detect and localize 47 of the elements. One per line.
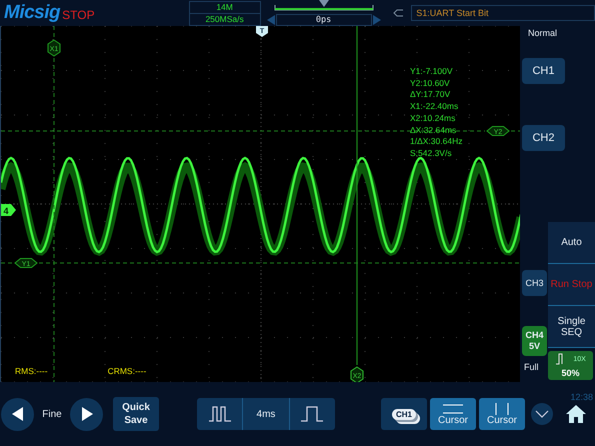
trigger-level: 50% [561, 368, 580, 378]
link-icon[interactable] [392, 9, 404, 17]
chevron-down-icon [535, 410, 549, 418]
source-button[interactable]: CH1 [381, 398, 427, 430]
cursor-readout: ΔX:32.64ms [410, 124, 458, 136]
cursor-readout: X1:-22.40ms [410, 101, 460, 113]
cursor-button[interactable]: Cursor [479, 398, 525, 430]
cursor-readout: ΔY:17.70V [410, 89, 452, 102]
left-triangle-icon [12, 407, 24, 421]
brand-logo: Micsig [4, 2, 60, 24]
right-triangle-icon [80, 407, 92, 421]
edge-icon [555, 353, 564, 366]
expand-button[interactable] [531, 403, 553, 425]
measurement-readout: CRMS:---- [108, 366, 146, 376]
home-icon[interactable] [565, 404, 587, 424]
cursor-line[interactable] [1, 262, 521, 264]
time-offset[interactable]: 0ps [276, 14, 372, 26]
measurement-readout: RMS:---- [15, 366, 48, 376]
previous-button[interactable] [1, 398, 34, 430]
sample-rate[interactable]: 250MSa/s [190, 12, 260, 24]
channel-button[interactable]: CH2 [522, 125, 565, 151]
action-button[interactable]: Single SEQ [548, 306, 595, 348]
quick-save-button[interactable]: Quick Save [113, 397, 159, 431]
trigger-mode[interactable]: Normal [528, 28, 558, 38]
action-button[interactable]: Auto [548, 222, 595, 264]
channel-marker[interactable]: 4 [1, 204, 16, 216]
cursor-readout: Y1:-7.100V [410, 66, 454, 78]
channel-button[interactable]: CH1 [522, 58, 565, 84]
pulses-icon [208, 405, 232, 423]
cursor-button[interactable]: Cursor [430, 398, 476, 430]
channel-button[interactable]: CH3 [522, 270, 547, 296]
memory-depth[interactable]: 14M [190, 2, 260, 12]
cursor-line[interactable] [1, 130, 521, 132]
cursor-readout: Y2:10.60V [410, 78, 451, 90]
trigger-label[interactable]: S1:UART Start Bit [411, 5, 595, 21]
clock: 12:38 [570, 392, 593, 402]
fine-label[interactable]: Fine [34, 408, 70, 420]
timebase-value[interactable]: 4ms [242, 398, 290, 430]
channel-button[interactable]: CH4 5V [522, 326, 547, 356]
next-button[interactable] [70, 398, 103, 430]
pulse-icon [300, 405, 324, 423]
coupling-label: Full [524, 362, 539, 372]
horizontal-lines-icon [441, 402, 465, 414]
cursor-readout: S:542.3V/s [410, 148, 453, 160]
run-state: STOP [62, 8, 95, 22]
cursor-readout: 1/ΔX:30.64Hz [410, 136, 462, 148]
cursor-readout: X2:10.24ms [410, 112, 456, 125]
